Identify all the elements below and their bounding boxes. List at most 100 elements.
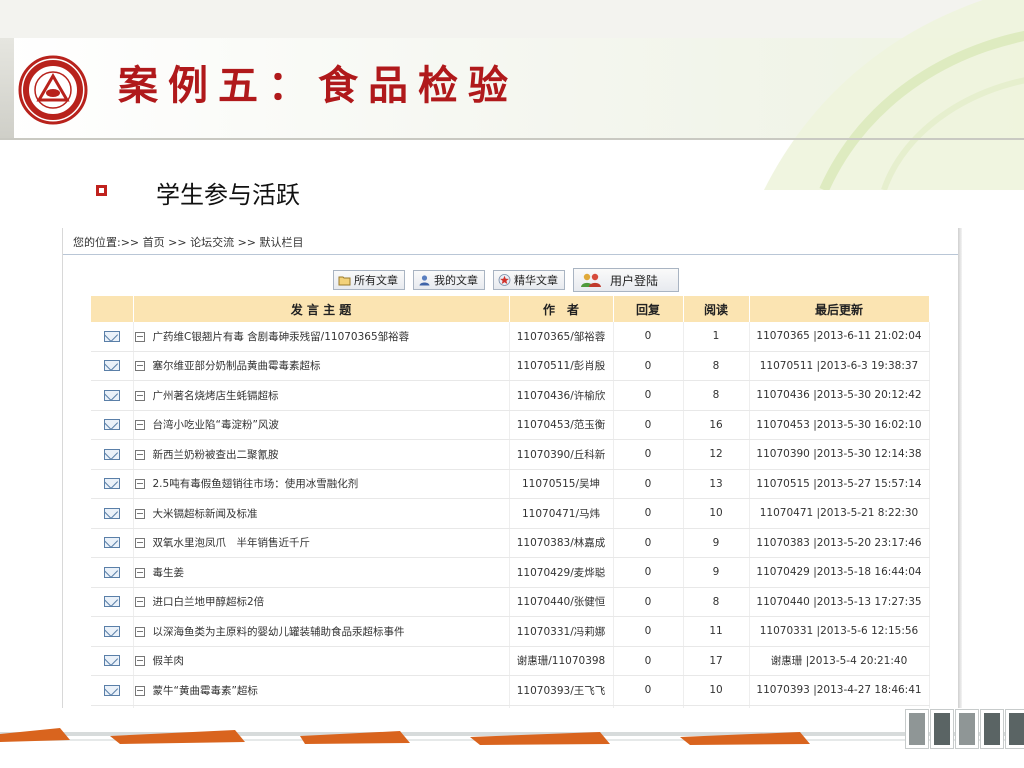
bottom-block-decoration [906, 710, 1024, 748]
author-cell[interactable]: 11070390/丘科新 [509, 439, 614, 470]
subject-cell[interactable]: 双氧水里泡凤爪 半年销售近千斤 [133, 528, 510, 558]
header-last-updated[interactable]: 最后更新 [749, 296, 930, 322]
subject-cell[interactable]: 大米镉超标新闻及标准 [133, 498, 510, 529]
subject-link[interactable]: 新西兰奶粉被查出二聚氰胺 [153, 449, 279, 461]
collapse-box-icon[interactable] [134, 508, 145, 519]
mail-icon [103, 419, 120, 431]
header-left-strip [0, 38, 14, 138]
collapse-box-icon[interactable] [134, 361, 145, 372]
collapse-box-icon[interactable] [134, 331, 145, 342]
last-updated-cell: 11070331 |2013-5-6 12:15:56 [749, 616, 930, 647]
author-cell[interactable]: 11070429/麦烨聪 [509, 557, 614, 588]
folder-icon [338, 276, 351, 286]
breadcrumb-forum[interactable]: >> 论坛交流 [165, 234, 234, 250]
table-row[interactable]: 奶粉再“涉癌”11070440/张健恒0911070440 |2013-4-26… [91, 705, 930, 708]
subject-cell[interactable]: 2.5吨有毒假鱼翅销往市场：使用冰雪融化剂 [133, 469, 510, 499]
subject-link[interactable]: 塞尔维亚部分奶制品黄曲霉毒素超标 [153, 360, 321, 372]
table-row[interactable]: 假羊肉 谢惠珊/11070398 0 17 谢惠珊 |2013-5-4 20:21:40 [91, 646, 930, 676]
mail-icon [103, 684, 120, 696]
row-icon-cell [91, 439, 134, 470]
subject-link[interactable]: 广州著名烧烤店生蚝镉超标 [153, 390, 279, 402]
table-row[interactable]: 广州著名烧烤店生蚝镉超标 11070436/许榆欣 0 8 11070436 |2013… [91, 380, 930, 411]
subject-link[interactable]: 双氧水里泡凤爪 半年销售近千斤 [153, 537, 311, 549]
collapse-box-icon[interactable] [134, 656, 145, 667]
breadcrumb-label: 您的位置: [73, 236, 121, 249]
collapse-box-icon[interactable] [134, 626, 145, 637]
tab-my-articles[interactable]: 我的文章 [413, 270, 485, 290]
row-icon-cell [91, 528, 134, 558]
subject-link[interactable]: 进口白兰地甲醇超标2倍 [153, 596, 265, 608]
reads-cell: 8 [683, 351, 750, 381]
subject-cell[interactable]: 以深海鱼类为主原料的婴幼儿罐装辅助食品汞超标事件 [133, 616, 510, 647]
author-cell[interactable]: 11070383/林嘉成 [509, 528, 614, 558]
collapse-box-icon[interactable] [134, 449, 145, 460]
collapse-box-icon[interactable] [134, 390, 145, 401]
header-author[interactable]: 作 者 [509, 296, 614, 322]
subject-cell[interactable]: 假羊肉 [133, 646, 510, 676]
collapse-box-icon[interactable] [134, 597, 145, 608]
table-row[interactable]: 台湾小吃业陷“毒淀粉”风波 11070453/范玉衡 0 16 11070453 |20… [91, 410, 930, 440]
author-cell[interactable]: 11070331/冯莉娜 [509, 616, 614, 647]
subject-link[interactable]: 毒生姜 [153, 567, 185, 579]
collapse-box-icon[interactable] [134, 420, 145, 431]
subject-cell[interactable]: 蒙牛“黄曲霉毒素”超标 [133, 675, 510, 706]
last-updated-cell: 11070440 |2013-5-13 17:27:35 [749, 587, 930, 617]
table-row[interactable]: 新西兰奶粉被查出二聚氰胺 11070390/丘科新 0 12 11070390 |201… [91, 439, 930, 470]
subject-cell[interactable]: 广药维C银翘片有毒 含剧毒砷汞残留/11070365邹裕蓉 [133, 322, 510, 352]
table-row[interactable]: 塞尔维亚部分奶制品黄曲霉毒素超标 11070511/彭肖殷 0 8 11070511 |… [91, 351, 930, 381]
subject-link[interactable]: 蒙牛“黄曲霉毒素”超标 [153, 685, 258, 697]
author-cell[interactable]: 11070440/张健恒 [509, 705, 614, 708]
decor-block [1006, 710, 1024, 748]
subject-link[interactable]: 假羊肉 [153, 655, 185, 667]
table-row[interactable]: 蒙牛“黄曲霉毒素”超标 11070393/王飞飞 0 10 11070393 |2013… [91, 675, 930, 706]
table-row[interactable]: 大米镉超标新闻及标准 11070471/马炜 0 10 11070471 |2013-5… [91, 498, 930, 529]
collapse-box-icon[interactable] [134, 538, 145, 549]
tab-label: 我的文章 [434, 274, 478, 287]
subject-cell[interactable]: 新西兰奶粉被查出二聚氰胺 [133, 439, 510, 470]
subject-cell[interactable]: 广州著名烧烤店生蚝镉超标 [133, 380, 510, 411]
header-replies[interactable]: 回复 [613, 296, 684, 322]
mail-icon [103, 330, 120, 342]
author-cell[interactable]: 11070440/张健恒 [509, 587, 614, 617]
author-cell[interactable]: 11070515/吴坤 [509, 469, 614, 499]
reads-cell: 9 [683, 557, 750, 588]
author-cell[interactable]: 11070393/王飞飞 [509, 675, 614, 706]
subject-link[interactable]: 以深海鱼类为主原料的婴幼儿罐装辅助食品汞超标事件 [153, 626, 405, 638]
reads-cell: 17 [683, 646, 750, 676]
breadcrumb-home[interactable]: >> 首页 [121, 234, 165, 250]
subject-link[interactable]: 大米镉超标新闻及标准 [153, 508, 258, 520]
author-cell[interactable]: 11070471/马炜 [509, 498, 614, 529]
table-row[interactable]: 双氧水里泡凤爪 半年销售近千斤 11070383/林嘉成 0 9 11070383 |2… [91, 528, 930, 558]
subject-link[interactable]: 广药维C银翘片有毒 含剧毒砷汞残留/11070365邹裕蓉 [153, 331, 410, 343]
author-cell[interactable]: 11070453/范玉衡 [509, 410, 614, 440]
tab-user-login[interactable]: 用户登陆 [573, 268, 680, 292]
table-row[interactable]: 以深海鱼类为主原料的婴幼儿罐装辅助食品汞超标事件 11070331/冯莉娜 0 11 1… [91, 616, 930, 647]
author-cell[interactable]: 11070511/彭肖殷 [509, 351, 614, 381]
author-cell[interactable]: 11070365/邹裕蓉 [509, 322, 614, 352]
subject-cell[interactable]: 台湾小吃业陷“毒淀粉”风波 [133, 410, 510, 440]
replies-cell: 0 [613, 557, 684, 588]
subject-cell[interactable]: 塞尔维亚部分奶制品黄曲霉毒素超标 [133, 351, 510, 381]
reads-cell: 12 [683, 439, 750, 470]
subject-link[interactable]: 台湾小吃业陷“毒淀粉”风波 [153, 419, 279, 431]
table-row[interactable]: 进口白兰地甲醇超标2倍 11070440/张健恒 0 8 11070440 |2013-… [91, 587, 930, 617]
table-row[interactable]: 广药维C银翘片有毒 含剧毒砷汞残留/11070365邹裕蓉 11070365/邹裕… [91, 322, 930, 352]
table-row[interactable]: 毒生姜 11070429/麦烨聪 0 9 11070429 |2013-5-18 16:… [91, 557, 930, 588]
collapse-box-icon[interactable] [134, 685, 145, 696]
tab-featured-articles[interactable]: 精华文章 [493, 270, 565, 290]
subject-cell[interactable]: 进口白兰地甲醇超标2倍 [133, 587, 510, 617]
author-cell[interactable]: 谢惠珊/11070398 [509, 646, 614, 676]
author-cell[interactable]: 11070436/许榆欣 [509, 380, 614, 411]
header-subject[interactable]: 发 言 主 题 [133, 296, 510, 322]
collapse-box-icon[interactable] [134, 479, 145, 490]
collapse-box-icon[interactable] [134, 567, 145, 578]
last-updated-cell: 11070440 |2013-4-26 19:58:48 [749, 705, 930, 708]
reads-cell: 13 [683, 469, 750, 499]
subject-link[interactable]: 2.5吨有毒假鱼翅销往市场：使用冰雪融化剂 [153, 478, 359, 490]
subject-cell[interactable]: 毒生姜 [133, 557, 510, 588]
header-reads[interactable]: 阅读 [683, 296, 750, 322]
tab-all-articles[interactable]: 所有文章 [333, 270, 405, 290]
breadcrumb-default-column[interactable]: >> 默认栏目 [234, 234, 304, 250]
subject-cell[interactable]: 奶粉再“涉癌” [133, 705, 510, 708]
table-row[interactable]: 2.5吨有毒假鱼翅销往市场：使用冰雪融化剂 11070515/吴坤 0 13 11070… [91, 469, 930, 499]
